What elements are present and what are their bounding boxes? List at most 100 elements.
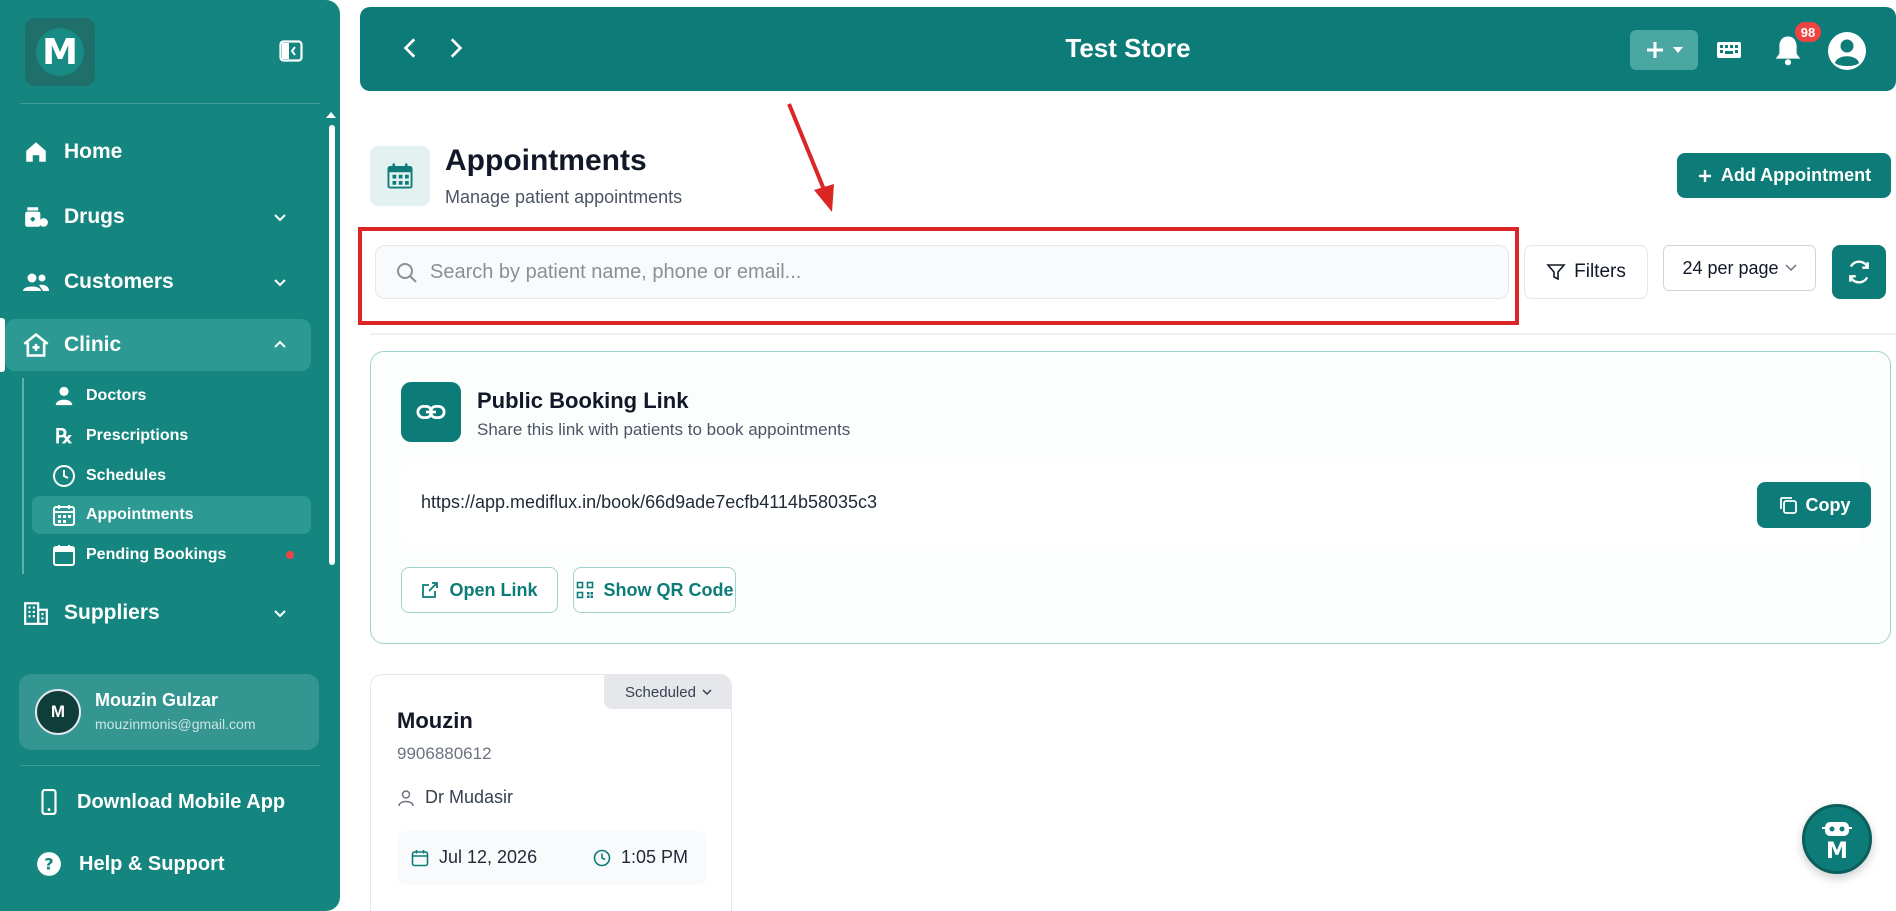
appointment-date-value: Jul 12, 2026: [439, 847, 538, 867]
chevron-up-icon: [274, 340, 286, 348]
search-field[interactable]: [375, 245, 1509, 299]
keyboard-icon[interactable]: [1715, 36, 1743, 64]
page-subtitle: Manage patient appointments: [445, 187, 683, 207]
sub-item-prescriptions[interactable]: ℞ Prescriptions: [32, 417, 311, 455]
suppliers-icon: [22, 599, 50, 627]
patient-name: Mouzin: [397, 708, 473, 733]
user-name: Mouzin Gulzar: [95, 690, 218, 710]
chevron-down-icon: [274, 279, 286, 287]
filter-icon: [1546, 264, 1566, 281]
copy-icon: [1779, 497, 1797, 514]
sub-item-pending-bookings[interactable]: Pending Bookings: [32, 536, 311, 574]
appointment-time-value: 1:05 PM: [621, 847, 689, 867]
prescription-icon: ℞: [55, 424, 73, 448]
per-page-value: 24 per page: [1682, 257, 1779, 278]
svg-text:M: M: [1826, 839, 1848, 862]
home-icon: [22, 138, 50, 166]
app-logo[interactable]: M: [25, 18, 95, 86]
annotation-arrow: [787, 103, 834, 212]
scroll-up-arrow[interactable]: [326, 112, 336, 118]
search-icon: [397, 263, 417, 283]
copy-label: Copy: [1805, 494, 1851, 515]
chevron-down-icon: [1785, 264, 1797, 272]
chevron-down-icon: [274, 610, 286, 618]
booking-card-title: Public Booking Link: [477, 388, 689, 413]
filters-button[interactable]: Filters: [1524, 245, 1648, 299]
clock-icon: [52, 464, 76, 488]
appointment-card[interactable]: Scheduled Mouzin 9906880612 Dr Mudasir J…: [370, 674, 732, 911]
download-app-link[interactable]: Download Mobile App: [0, 780, 320, 824]
avatar: M: [35, 689, 81, 735]
show-qr-button[interactable]: Show QR Code: [573, 567, 736, 613]
sub-item-label: Pending Bookings: [86, 546, 227, 563]
nav-suppliers[interactable]: Suppliers: [0, 587, 320, 639]
link-icon: [401, 382, 461, 442]
submenu-guide-line: [22, 378, 24, 574]
notification-count-badge: 98: [1795, 22, 1821, 42]
appointment-time: 1:05 PM: [593, 847, 688, 868]
mobile-phone-icon: [36, 789, 62, 815]
sub-item-label: Appointments: [86, 506, 194, 523]
refresh-button[interactable]: [1832, 245, 1886, 299]
quick-add-menu-button[interactable]: [1630, 30, 1698, 70]
appointment-datetime: Jul 12, 2026 1:05 PM: [397, 831, 707, 885]
calendar-icon: [411, 849, 429, 866]
collapse-sidebar-icon[interactable]: [279, 40, 303, 62]
booking-url-row: https://app.mediflux.in/book/66d9ade7ecf…: [401, 462, 1871, 546]
add-appointment-label: Add Appointment: [1720, 165, 1872, 185]
sub-item-label: Doctors: [86, 387, 147, 404]
user-icon: [398, 789, 414, 806]
svg-text:?: ?: [44, 854, 53, 873]
doctor-icon: [52, 384, 76, 408]
appointment-doctor: Dr Mudasir: [397, 787, 513, 808]
nav-clinic-label: Clinic: [64, 333, 122, 356]
assistant-bot-button[interactable]: M: [1802, 804, 1872, 874]
help-support-link[interactable]: ? Help & Support: [0, 842, 320, 886]
nav-home[interactable]: Home: [0, 126, 320, 178]
appointment-date: Jul 12, 2026: [411, 847, 537, 868]
qr-code-icon: [576, 581, 593, 599]
nav-customers-label: Customers: [64, 270, 174, 293]
top-bar: Test Store 98: [360, 7, 1896, 91]
nav-drugs-label: Drugs: [64, 205, 125, 228]
add-appointment-button[interactable]: Add Appointment: [1677, 153, 1891, 198]
help-icon: ?: [36, 851, 62, 877]
user-email: mouzinmonis@gmail.com: [95, 716, 256, 732]
open-link-button[interactable]: Open Link: [401, 567, 558, 613]
copy-link-button[interactable]: Copy: [1757, 482, 1871, 528]
nav-customers[interactable]: Customers: [0, 256, 320, 308]
nav-suppliers-label: Suppliers: [64, 601, 160, 624]
pending-indicator-dot: [286, 551, 294, 559]
search-input[interactable]: [430, 246, 1490, 298]
drugs-icon: [22, 203, 50, 231]
logo-letter: M: [36, 28, 84, 76]
sub-item-label: Prescriptions: [86, 427, 189, 444]
sidebar-divider: [20, 103, 320, 104]
open-link-label: Open Link: [449, 579, 538, 600]
account-icon[interactable]: [1827, 31, 1867, 71]
sub-item-schedules[interactable]: Schedules: [32, 457, 311, 495]
sidebar-scrollbar[interactable]: [329, 125, 335, 565]
doctor-name: Dr Mudasir: [425, 787, 514, 807]
plus-icon: [1647, 42, 1663, 58]
status-dropdown[interactable]: Scheduled: [604, 675, 731, 709]
chevron-down-icon: [702, 688, 712, 695]
nav-clinic[interactable]: Clinic: [5, 319, 311, 371]
nav-drugs[interactable]: Drugs: [0, 191, 320, 243]
booking-card-subtitle: Share this link with patients to book ap…: [477, 420, 851, 439]
nav-home-label: Home: [64, 140, 123, 163]
download-app-label: Download Mobile App: [77, 790, 286, 813]
sidebar: M Home Drugs Customers Clinic Doctors ℞ …: [0, 0, 340, 911]
appointments-page-icon: [370, 146, 430, 206]
sidebar-divider: [20, 765, 320, 766]
sub-item-doctors[interactable]: Doctors: [32, 377, 311, 415]
per-page-select[interactable]: 24 per page: [1663, 245, 1816, 291]
refresh-icon: [1849, 260, 1869, 284]
robot-icon: M: [1822, 822, 1852, 862]
show-qr-label: Show QR Code: [603, 579, 734, 600]
sub-item-appointments[interactable]: Appointments: [32, 496, 311, 534]
patient-phone: 9906880612: [397, 744, 492, 763]
chevron-down-icon: [274, 214, 286, 222]
user-profile-card[interactable]: M Mouzin Gulzar mouzinmonis@gmail.com: [19, 674, 319, 750]
booking-url[interactable]: https://app.mediflux.in/book/66d9ade7ecf…: [421, 492, 877, 513]
